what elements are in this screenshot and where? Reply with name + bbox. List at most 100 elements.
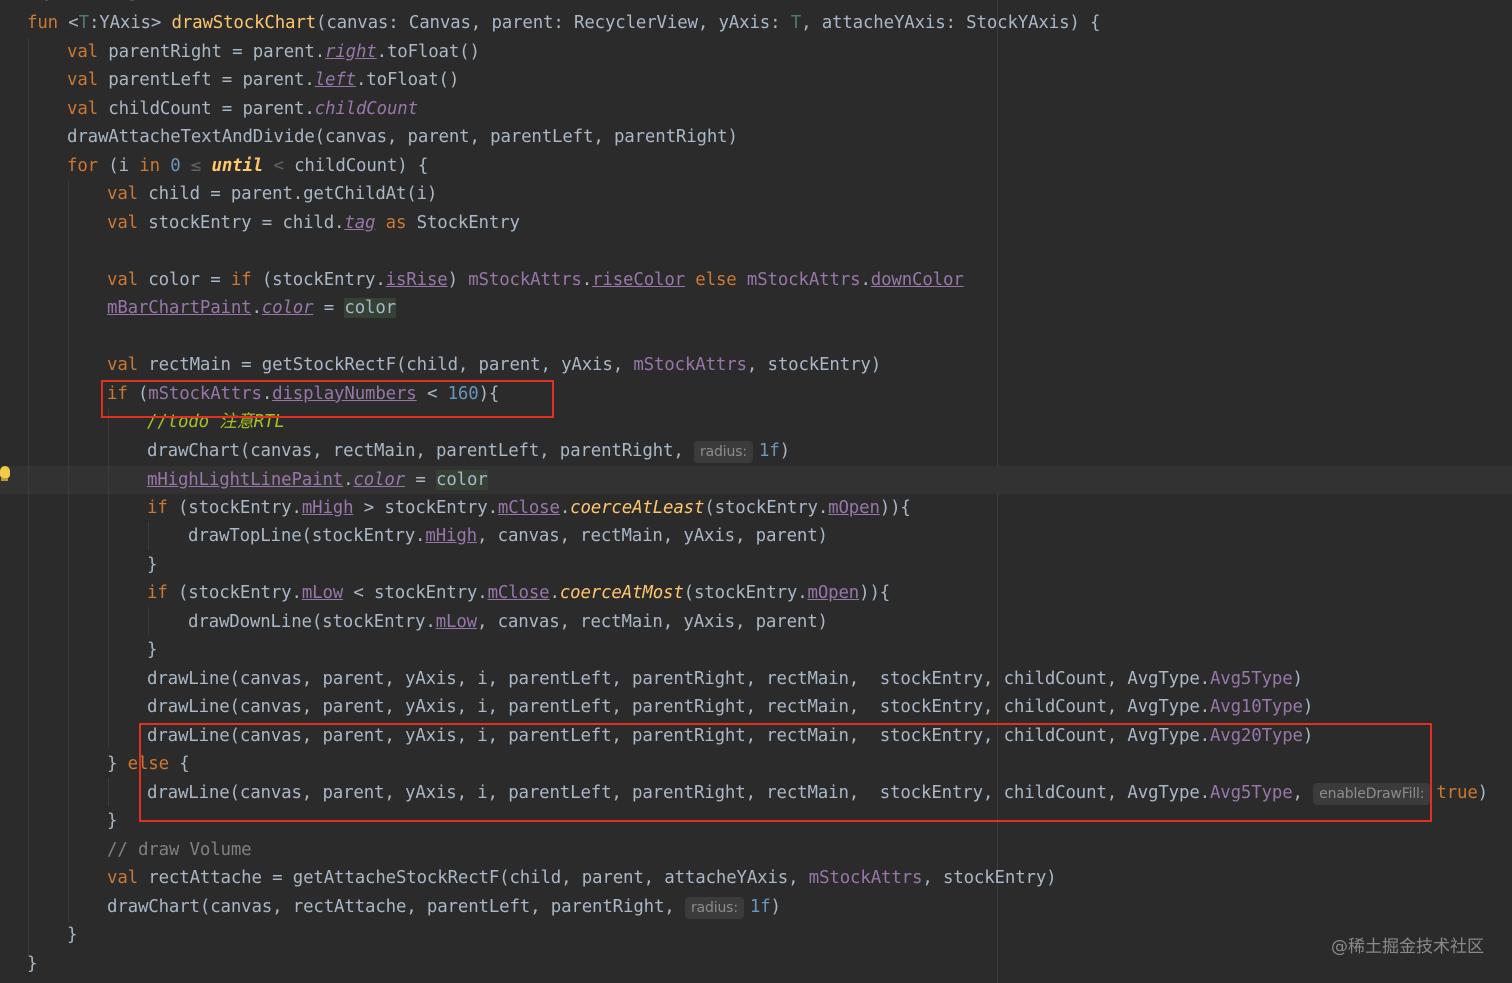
property-ref: mLow (435, 612, 477, 632)
code-text: drawAttacheTextAndDivide(canvas, parent,… (67, 127, 738, 147)
property-ref: mStockAttrs (468, 270, 582, 290)
code-line-29[interactable]: val rectAttache = getAttacheStockRectF(c… (107, 864, 1057, 892)
code-text: . (251, 298, 262, 318)
code-text: , attacheYAxis: StockYAxis) { (801, 13, 1101, 33)
code-line-1[interactable]: fun <T:YAxis> drawStockChart(canvas: Can… (27, 9, 1101, 37)
code-text: (canvas: Canvas, parent: RecyclerView, y… (316, 13, 791, 33)
code-text: = (405, 470, 436, 490)
property-ref: mStockAttrs (633, 355, 747, 375)
property-ref: mLow (301, 583, 344, 603)
extension-function: coerceAtLeast (570, 498, 705, 518)
code-line-11[interactable]: val rectMain = getStockRectF(child, pare… (107, 351, 881, 379)
code-text: color = (137, 270, 231, 290)
code-text: ) (779, 441, 790, 461)
code-text: ) (770, 897, 781, 917)
code-text: )){ (879, 498, 911, 518)
code-line-32[interactable]: } (27, 950, 37, 978)
lightbulb-icon-base (1, 478, 8, 481)
indent-guide (148, 522, 149, 550)
code-text: rectMain = getStockRectF(child, parent, … (137, 355, 634, 375)
code-line-4[interactable]: val childCount = parent.childCount (67, 95, 418, 123)
code-text: > stockEntry. (353, 498, 498, 518)
code-editor[interactable]: yinhuasheng fun <T:YAxis> drawStockChart… (0, 0, 1512, 983)
code-line-8[interactable]: val stockEntry = child.tag as StockEntry (107, 209, 520, 237)
highlight-box-condition (101, 380, 554, 418)
code-line-3[interactable]: val parentLeft = parent.left.toFloat() (67, 66, 459, 94)
parameter-hint: radius: (684, 897, 744, 919)
keyword: val (107, 270, 138, 290)
code-text: child = parent.getChildAt(i) (137, 184, 438, 204)
code-text: childCount = parent. (97, 99, 315, 119)
code-line-27[interactable]: } (107, 807, 117, 835)
code-text: . (860, 270, 871, 290)
property-ref: mOpen (807, 583, 860, 603)
code-line-31[interactable]: } (67, 921, 77, 949)
code-line-18[interactable]: } (147, 551, 157, 579)
code-line-2[interactable]: val parentRight = parent.right.toFloat() (67, 38, 480, 66)
code-line-14[interactable]: drawChart(canvas, rectMain, parentLeft, … (147, 437, 790, 465)
keyword: val (67, 42, 98, 62)
code-line-15[interactable]: mHighLightLinePaint.color = color (147, 466, 488, 494)
code-text: stockEntry = child. (137, 213, 345, 233)
code-text: .toFloat() (355, 70, 460, 90)
indent-guide (108, 778, 109, 806)
range-hint: < (263, 156, 295, 176)
keyword: else (684, 270, 747, 290)
lightbulb-icon[interactable] (0, 466, 10, 478)
code-line-9[interactable]: val color = if (stockEntry.isRise) mStoc… (107, 266, 964, 294)
code-text: (stockEntry. (167, 583, 302, 603)
property-ref: mOpen (828, 498, 880, 518)
code-line-30[interactable]: drawChart(canvas, rectAttache, parentLef… (107, 893, 781, 921)
code-line-17[interactable]: drawTopLine(stockEntry.mHigh, canvas, re… (188, 522, 828, 550)
keyword: val (67, 70, 98, 90)
parameter-hint: radius: (693, 441, 753, 463)
extension-function: coerceAtMost (559, 583, 684, 603)
code-text: } (107, 811, 118, 831)
watermark: @稀土掘金技术社区 (1331, 937, 1484, 957)
code-text: , canvas, rectMain, yAxis, parent) (476, 612, 828, 632)
code-text: (stockEntry. (167, 498, 302, 518)
code-line-21[interactable]: } (147, 636, 157, 664)
property-ref: childCount (314, 99, 418, 119)
code-line-19[interactable]: if (stockEntry.mLow < stockEntry.mClose.… (147, 579, 890, 607)
keyword: fun (27, 13, 58, 33)
property-ref: mHighLightLinePaint (147, 470, 344, 490)
code-line-20[interactable]: drawDownLine(stockEntry.mLow, canvas, re… (188, 608, 828, 636)
infix-function: until (211, 156, 264, 176)
indent-guide (108, 408, 109, 748)
code-text: , canvas, rectMain, yAxis, parent) (476, 526, 828, 546)
code-text: (i (97, 156, 140, 176)
code-line-23[interactable]: drawLine(canvas, parent, yAxis, i, paren… (147, 693, 1313, 721)
code-line-5[interactable]: drawAttacheTextAndDivide(canvas, parent,… (67, 123, 738, 151)
code-line-6[interactable]: for (i in 0 ≤ until < childCount) { (67, 152, 428, 180)
code-text: (stockEntry. (251, 270, 386, 290)
code-text: drawLine(canvas, parent, yAxis, i, paren… (147, 697, 1210, 717)
keyword: true (1436, 783, 1478, 803)
code-text: } (27, 954, 38, 974)
code-line-28[interactable]: // draw Volume (107, 836, 252, 864)
code-line-22[interactable]: drawLine(canvas, parent, yAxis, i, paren… (147, 665, 1303, 693)
code-line-10[interactable]: mBarChartPaint.color = color (107, 294, 396, 322)
enum-constant: Avg5Type (1209, 669, 1293, 689)
property-ref: mHigh (425, 526, 477, 546)
code-text: drawDownLine(stockEntry. (188, 612, 436, 632)
type-param: T (790, 13, 802, 33)
keyword: val (107, 213, 138, 233)
code-text: } (147, 640, 158, 660)
enum-constant: Avg10Type (1209, 697, 1303, 717)
code-text: . (343, 470, 354, 490)
code-text: .toFloat() (376, 42, 480, 62)
code-line-16[interactable]: if (stockEntry.mHigh > stockEntry.mClose… (147, 494, 911, 522)
number-literal: 0 (170, 156, 181, 176)
keyword: for (67, 156, 98, 176)
keyword: val (107, 184, 138, 204)
code-text: ) (447, 270, 469, 290)
code-text: parentRight = parent. (97, 42, 326, 62)
code-text: drawChart(canvas, rectAttache, parentLef… (107, 897, 685, 917)
code-text: , stockEntry) (746, 355, 882, 375)
code-text: StockEntry (406, 213, 520, 233)
number-literal: 1f (758, 441, 780, 461)
range-hint: ≤ (180, 156, 212, 176)
code-line-7[interactable]: val child = parent.getChildAt(i) (107, 180, 437, 208)
